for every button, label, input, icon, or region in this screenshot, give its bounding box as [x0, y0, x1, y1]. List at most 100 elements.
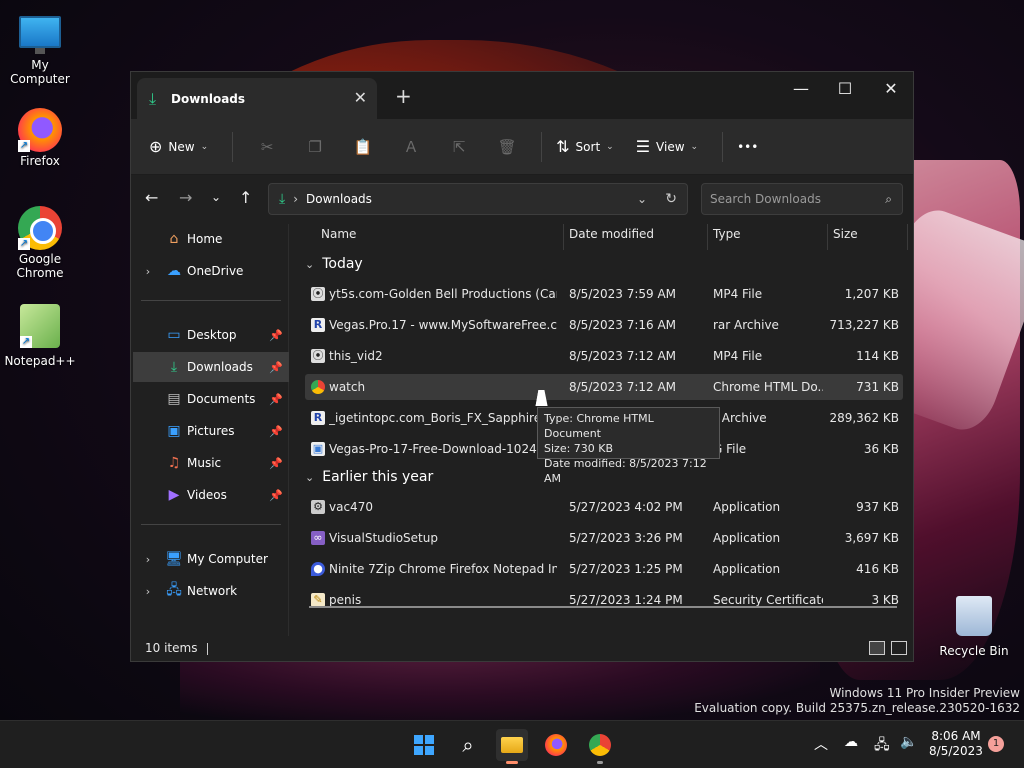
sidebar-item-my-computer[interactable]: › 🖥 My Computer — [133, 544, 289, 574]
view-icon: ☰ — [635, 137, 651, 156]
group-header-today[interactable]: ⌄ Today — [305, 256, 363, 272]
cut-icon[interactable]: ✂ — [243, 138, 291, 156]
file-name: vac470 — [329, 500, 373, 514]
desktop-icon-label: Firefox — [20, 154, 60, 168]
desktop-icon-notepad-plus-plus[interactable]: ↗ Notepad++ — [0, 304, 80, 368]
sidebar-item-label: Documents — [187, 392, 256, 406]
title-bar[interactable]: ⤓ Downloads ✕ + — ☐ ✕ — [131, 72, 913, 119]
sidebar-item-label: Network — [187, 584, 238, 598]
item-count: 10 items — [145, 641, 198, 655]
file-type: Security Certificate — [713, 593, 823, 607]
chevron-down-icon: ⌄ — [200, 141, 209, 152]
minimize-button[interactable]: — — [778, 76, 824, 102]
expand-chevron-icon[interactable]: › — [133, 553, 163, 566]
recent-locations-chevron-icon[interactable]: ⌄ — [211, 190, 221, 204]
new-button[interactable]: ⊕ New ⌄ — [149, 137, 208, 156]
more-options-button[interactable]: ••• — [737, 140, 758, 154]
sidebar-item-videos[interactable]: ▶ Videos 📌 — [133, 480, 289, 510]
navigation-pane[interactable]: ⌂ Home › ☁ OneDrive ▭ Desktop 📌 ⤓ Downloa… — [131, 224, 289, 636]
column-header-date-modified[interactable]: Date modified — [569, 224, 654, 250]
taskbar-chrome[interactable] — [584, 729, 616, 764]
column-header-size[interactable]: Size — [833, 224, 858, 250]
share-icon[interactable]: ⇱ — [435, 138, 483, 156]
taskbar-firefox[interactable] — [540, 729, 572, 761]
clock[interactable]: 8:06 AM 8/5/2023 — [928, 729, 984, 759]
sidebar-item-documents[interactable]: ▤ Documents 📌 — [133, 384, 289, 414]
table-row[interactable]: ∞ VisualStudioSetup 5/27/2023 3:26 PM Ap… — [305, 525, 903, 551]
breadcrumb-downloads[interactable]: Downloads — [306, 192, 372, 206]
address-history-chevron-icon[interactable]: ⌄ — [637, 192, 647, 206]
sort-button[interactable]: ⇅ Sort ⌄ — [556, 137, 614, 156]
home-icon: ⌂ — [169, 231, 179, 247]
show-hidden-icons-chevron-icon[interactable]: ︿ — [814, 734, 828, 754]
sidebar-item-music[interactable]: ♫ Music 📌 — [133, 448, 289, 478]
refresh-icon[interactable]: ↻ — [665, 191, 677, 207]
file-size: 289,362 KB — [829, 411, 899, 425]
back-arrow-icon[interactable]: ← — [145, 188, 158, 207]
file-name: Ninite 7Zip Chrome Firefox Notepad Inst.… — [329, 562, 557, 576]
start-button[interactable] — [408, 729, 440, 761]
view-button[interactable]: ☰ View ⌄ — [636, 137, 698, 156]
column-divider[interactable] — [907, 224, 908, 250]
table-row[interactable]: ⚙ vac470 5/27/2023 4:02 PM Application 9… — [305, 494, 903, 520]
up-arrow-icon[interactable]: ↑ — [239, 188, 252, 207]
desktop-icon-firefox[interactable]: ↗ Firefox — [0, 108, 80, 168]
close-window-button[interactable]: ✕ — [868, 76, 914, 102]
sidebar-item-pictures[interactable]: ▣ Pictures 📌 — [133, 416, 289, 446]
table-row[interactable]: ⦿ yt5s.com-Golden Bell Productions (Cam.… — [305, 281, 903, 307]
horizontal-scrollbar[interactable] — [309, 606, 897, 608]
group-header-earlier-this-year[interactable]: ⌄ Earlier this year — [305, 469, 433, 485]
address-bar[interactable]: ⤓ › Downloads ⌄ ↻ — [268, 183, 688, 215]
taskbar-file-explorer[interactable] — [496, 729, 528, 764]
search-button[interactable]: ⌕ — [452, 729, 484, 761]
sidebar-item-network[interactable]: › 🖧 Network — [133, 576, 289, 606]
file-name: penis — [329, 593, 362, 607]
close-tab-icon[interactable]: ✕ — [354, 88, 367, 107]
column-divider[interactable] — [827, 224, 828, 250]
table-row[interactable]: ✎ penis 5/27/2023 1:24 PM Security Certi… — [305, 587, 903, 613]
rename-icon[interactable]: Ａ — [387, 136, 435, 157]
file-type: MP4 File — [713, 287, 763, 301]
file-size: 3 KB — [871, 593, 899, 607]
tab-downloads[interactable]: ⤓ Downloads ✕ — [137, 78, 377, 119]
column-header-name[interactable]: Name — [321, 224, 356, 250]
file-type: MP4 File — [713, 349, 763, 363]
network-icon[interactable]: 🖧 — [874, 734, 890, 758]
clock-time: 8:06 AM — [931, 729, 981, 743]
table-row[interactable]: R Vegas.Pro.17 - www.MySoftwareFree.com … — [305, 312, 903, 338]
tiles-view-icon[interactable] — [891, 641, 907, 655]
pin-icon: 📌 — [269, 392, 283, 406]
table-row[interactable]: ⦿ this_vid2 8/5/2023 7:12 AM MP4 File 11… — [305, 343, 903, 369]
sidebar-item-onedrive[interactable]: › ☁ OneDrive — [133, 256, 289, 286]
pin-icon: 📌 — [269, 328, 283, 342]
copy-icon[interactable]: ❐ — [291, 138, 339, 156]
table-row[interactable]: ● Ninite 7Zip Chrome Firefox Notepad Ins… — [305, 556, 903, 582]
video-file-icon: ⦿ — [311, 287, 325, 301]
new-tab-button[interactable]: + — [395, 84, 412, 108]
notification-badge[interactable]: 1 — [988, 736, 1004, 752]
new-button-label: New — [168, 139, 195, 154]
cloud-offline-icon[interactable]: ☁ — [844, 734, 858, 750]
maximize-button[interactable]: ☐ — [822, 76, 868, 102]
certificate-icon: ✎ — [311, 593, 325, 607]
expand-chevron-icon[interactable]: › — [133, 265, 163, 278]
delete-icon[interactable]: 🗑 — [483, 138, 531, 156]
desktop-icon-my-computer[interactable]: My Computer — [0, 10, 80, 86]
column-divider[interactable] — [563, 224, 564, 250]
sidebar-item-downloads[interactable]: ⤓ Downloads 📌 — [133, 352, 289, 382]
sidebar-item-desktop[interactable]: ▭ Desktop 📌 — [133, 320, 289, 350]
command-bar: ⊕ New ⌄ ✂ ❐ 📋 Ａ ⇱ 🗑 ⇅ Sort ⌄ ☰ View ⌄ ••… — [131, 119, 913, 175]
paste-icon[interactable]: 📋 — [339, 138, 387, 156]
table-row[interactable]: watch 8/5/2023 7:12 AM Chrome HTML Do...… — [305, 374, 903, 400]
desktop-icon-recycle-bin[interactable]: Recycle Bin — [934, 596, 1014, 658]
forward-arrow-icon[interactable]: → — [179, 188, 192, 207]
column-header-type[interactable]: Type — [713, 224, 741, 250]
expand-chevron-icon[interactable]: › — [133, 585, 163, 598]
desktop-icon-google-chrome[interactable]: ↗ Google Chrome — [0, 206, 80, 280]
details-view-icon[interactable] — [869, 641, 885, 655]
sidebar-item-home[interactable]: ⌂ Home — [133, 224, 289, 254]
file-size: 36 KB — [863, 442, 899, 456]
column-divider[interactable] — [707, 224, 708, 250]
search-input[interactable]: Search Downloads ⌕ — [701, 183, 903, 215]
volume-icon[interactable]: 🔈 — [900, 734, 917, 750]
